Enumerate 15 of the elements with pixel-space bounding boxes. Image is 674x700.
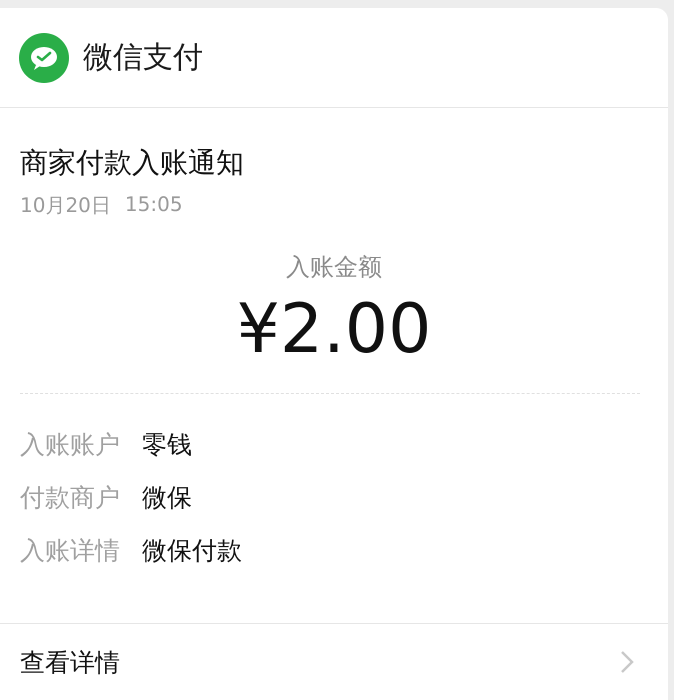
detail-value: 零钱 [142,428,192,461]
chevron-right-icon[interactable] [620,650,634,674]
detail-value: 微保付款 [142,534,242,567]
amount-label: 入账金额 [286,252,382,283]
app-name: 微信支付 [83,39,203,77]
amount-value: ¥2.00 [236,289,432,371]
view-details-link[interactable]: 查看详情 [20,646,120,678]
notice-date: 10月20日 [20,192,111,219]
detail-value: 微保 [142,482,192,514]
wechat-pay-logo-icon [19,32,69,82]
notice-time: 15:05 [124,192,183,218]
detail-label: 入账账户 [20,428,120,461]
notice-title: 商家付款入账通知 [20,145,245,181]
detail-label: 付款商户 [20,482,120,514]
detail-label: 入账详情 [20,534,120,567]
